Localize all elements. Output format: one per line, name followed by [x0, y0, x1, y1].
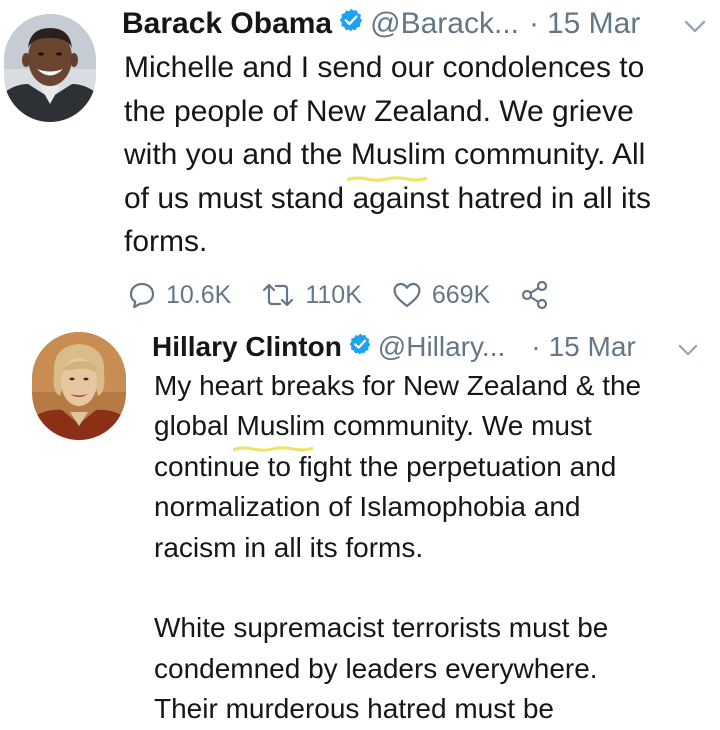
share-icon — [522, 280, 548, 310]
tweet-text-line: the people of New Zealand. We grieve — [124, 94, 634, 128]
tweet-text-line: condemned by leaders everywhere. — [154, 652, 598, 684]
reply-icon — [129, 282, 155, 309]
tweet-date[interactable]: 15 Mar — [549, 331, 636, 363]
separator-dot: · — [528, 7, 539, 40]
tweet-text-line: racism in all its forms. — [154, 531, 424, 563]
separator-dot: · — [531, 331, 541, 362]
author-name[interactable]: Barack Obama — [122, 7, 332, 41]
highlighted-word: Muslim — [346, 133, 446, 182]
tweet-actions: 10.6K 110K 669K — [128, 280, 590, 310]
avatar[interactable] — [4, 14, 96, 122]
like-button[interactable]: 669K — [392, 281, 490, 310]
heart-icon — [393, 282, 421, 308]
tweet-header: Hillary Clinton @Hillary... · 15 Mar — [152, 328, 636, 366]
tweet-date[interactable]: 15 Mar — [547, 7, 640, 41]
tweet-obama[interactable]: Barack Obama @Barack... · 15 Mar Michell… — [0, 0, 720, 330]
tweet-header: Barack Obama @Barack... · 15 Mar — [122, 4, 640, 44]
tweet-text-line: forms. — [124, 225, 208, 258]
like-count: 669K — [431, 280, 491, 309]
verified-badge-icon — [348, 331, 372, 363]
tweet-text-line: Their murderous hatred must be — [154, 693, 554, 725]
verified-badge-icon — [338, 7, 364, 41]
tweet-clinton[interactable]: Hillary Clinton @Hillary... · 15 Mar My … — [0, 328, 720, 724]
tweet-text: Michelle and I send our condolences to t… — [124, 46, 651, 264]
retweet-count: 110K — [305, 280, 362, 309]
reply-button[interactable]: 10.6K — [128, 281, 231, 310]
tweet-text-line: White supremacist terrorists must be — [154, 612, 609, 644]
tweet-text-line: My heart breaks for New Zealand & the — [154, 370, 642, 401]
tweet-text-line: global Muslim community. We must — [154, 406, 641, 452]
author-handle[interactable]: @Hillary... — [378, 331, 505, 363]
tweet-text-line: with you and the Muslim community. All — [124, 133, 651, 182]
chevron-down-icon[interactable] — [678, 344, 698, 362]
tweet-text-line: normalization of Islamophobia and — [154, 491, 581, 523]
highlighted-word: Muslim — [232, 406, 325, 452]
author-handle[interactable]: @Barack... — [370, 7, 519, 41]
tweet-text-line: Michelle and I send our condolences to — [124, 51, 645, 84]
avatar-photo — [4, 14, 96, 122]
retweet-button[interactable]: 110K — [261, 281, 362, 310]
avatar[interactable] — [32, 332, 126, 440]
reply-count: 10.6K — [166, 280, 232, 309]
retweet-icon — [263, 283, 294, 307]
tweet-text-line: continue to fight the perpetuation and — [154, 450, 617, 482]
chevron-down-icon[interactable] — [684, 20, 706, 39]
avatar-photo — [32, 332, 126, 440]
tweet-text-line — [154, 568, 641, 608]
author-name[interactable]: Hillary Clinton — [152, 331, 342, 363]
tweet-text: My heart breaks for New Zealand & the gl… — [154, 366, 641, 730]
share-button[interactable] — [520, 280, 560, 310]
tweet-text-line: of us must stand against hatred in all i… — [124, 181, 651, 215]
